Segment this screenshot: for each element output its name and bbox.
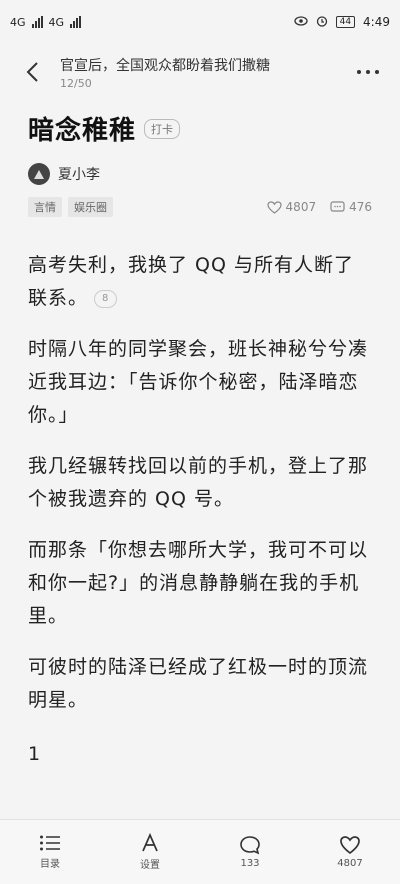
article-content: 暗念稚稚 打卡 夏小李 言情 娱乐圈 4807 476 高考失利，我换了 QQ … (28, 110, 372, 765)
chapter-marker: 1 (28, 743, 41, 765)
tag-romance[interactable]: 言情 (28, 197, 62, 217)
heart-icon (340, 836, 360, 855)
nav-text: 官宣后，全国观众都盼着我们撒糖 12/50 (52, 55, 348, 90)
settings-label: 设置 (140, 860, 160, 871)
like-stat[interactable]: 4807 (266, 200, 317, 214)
checkin-button[interactable]: 打卡 (144, 118, 181, 139)
comments-label: 133 (240, 858, 260, 869)
battery-icon: 44 (335, 16, 356, 28)
signal-icon (31, 16, 43, 28)
author-name[interactable]: 夏小李 (58, 164, 100, 184)
clock-time: 4:49 (363, 15, 390, 29)
like-button[interactable]: 4807 (310, 835, 390, 869)
chevron-left-icon (26, 62, 38, 82)
top-navigation: 官宣后，全国观众都盼着我们撒糖 12/50 (0, 44, 400, 100)
comment-bubble-icon (240, 836, 260, 855)
status-bar: 4G 4G 44 4:49 (0, 0, 400, 44)
comment-stat[interactable]: 476 (330, 200, 372, 214)
status-right: 44 4:49 (293, 15, 390, 30)
paragraph[interactable]: 而那条「你想去哪所大学，我可不可以和你一起?」的消息静静躺在我的手机里。 (28, 534, 372, 633)
paragraph[interactable]: 我几经辗转找回以前的手机，登上了那个被我遗弃的 QQ 号。 (28, 450, 372, 516)
story-title: 暗念稚稚 (28, 116, 137, 146)
comment-count: 476 (349, 200, 372, 214)
comment-icon (330, 200, 345, 212)
story-body: 高考失利，我换了 QQ 与所有人断了联系。 8 时隔八年的同学聚会，班长神秘兮兮凑… (28, 249, 372, 765)
network-type-2: 4G (48, 15, 65, 29)
heart-icon (266, 200, 282, 214)
toc-label: 目录 (40, 859, 60, 870)
alarm-icon (316, 15, 328, 30)
toc-button[interactable]: 目录 (10, 834, 90, 870)
signal-icon (70, 16, 82, 28)
collection-title: 官宣后，全国观众都盼着我们撒糖 (60, 57, 270, 74)
bottom-toolbar: 目录 设置 133 4807 (0, 819, 400, 884)
font-icon (142, 833, 158, 852)
tag-entertainment[interactable]: 娱乐圈 (68, 197, 113, 217)
author-avatar[interactable] (28, 163, 50, 185)
back-button[interactable] (12, 52, 52, 92)
likes-label: 4807 (337, 858, 363, 869)
chapter-progress: 12/50 (60, 76, 92, 90)
paragraph[interactable]: 时隔八年的同学聚会，班长神秘兮兮凑近我耳边：「告诉你个秘密，陆泽暗恋你。」 (28, 333, 372, 432)
paragraph[interactable]: 高考失利，我换了 QQ 与所有人断了联系。 8 (28, 249, 372, 315)
paragraph-comment-badge[interactable]: 8 (94, 289, 118, 308)
title-row: 暗念稚稚 打卡 (28, 110, 372, 147)
comments-button[interactable]: 133 (210, 835, 290, 869)
author-row[interactable]: 夏小李 (28, 163, 372, 185)
like-count: 4807 (285, 200, 317, 214)
more-button[interactable] (348, 52, 388, 92)
meta-row: 言情 娱乐圈 4807 476 (28, 197, 372, 217)
eye-icon (293, 15, 308, 29)
list-icon (40, 835, 60, 851)
network-type-1: 4G (10, 15, 26, 29)
more-dots-icon (357, 70, 379, 74)
settings-button[interactable]: 设置 (110, 833, 190, 871)
paragraph[interactable]: 可彼时的陆泽已经成了红极一时的顶流明星。 (28, 651, 372, 717)
network-indicators: 4G 4G (10, 15, 82, 29)
